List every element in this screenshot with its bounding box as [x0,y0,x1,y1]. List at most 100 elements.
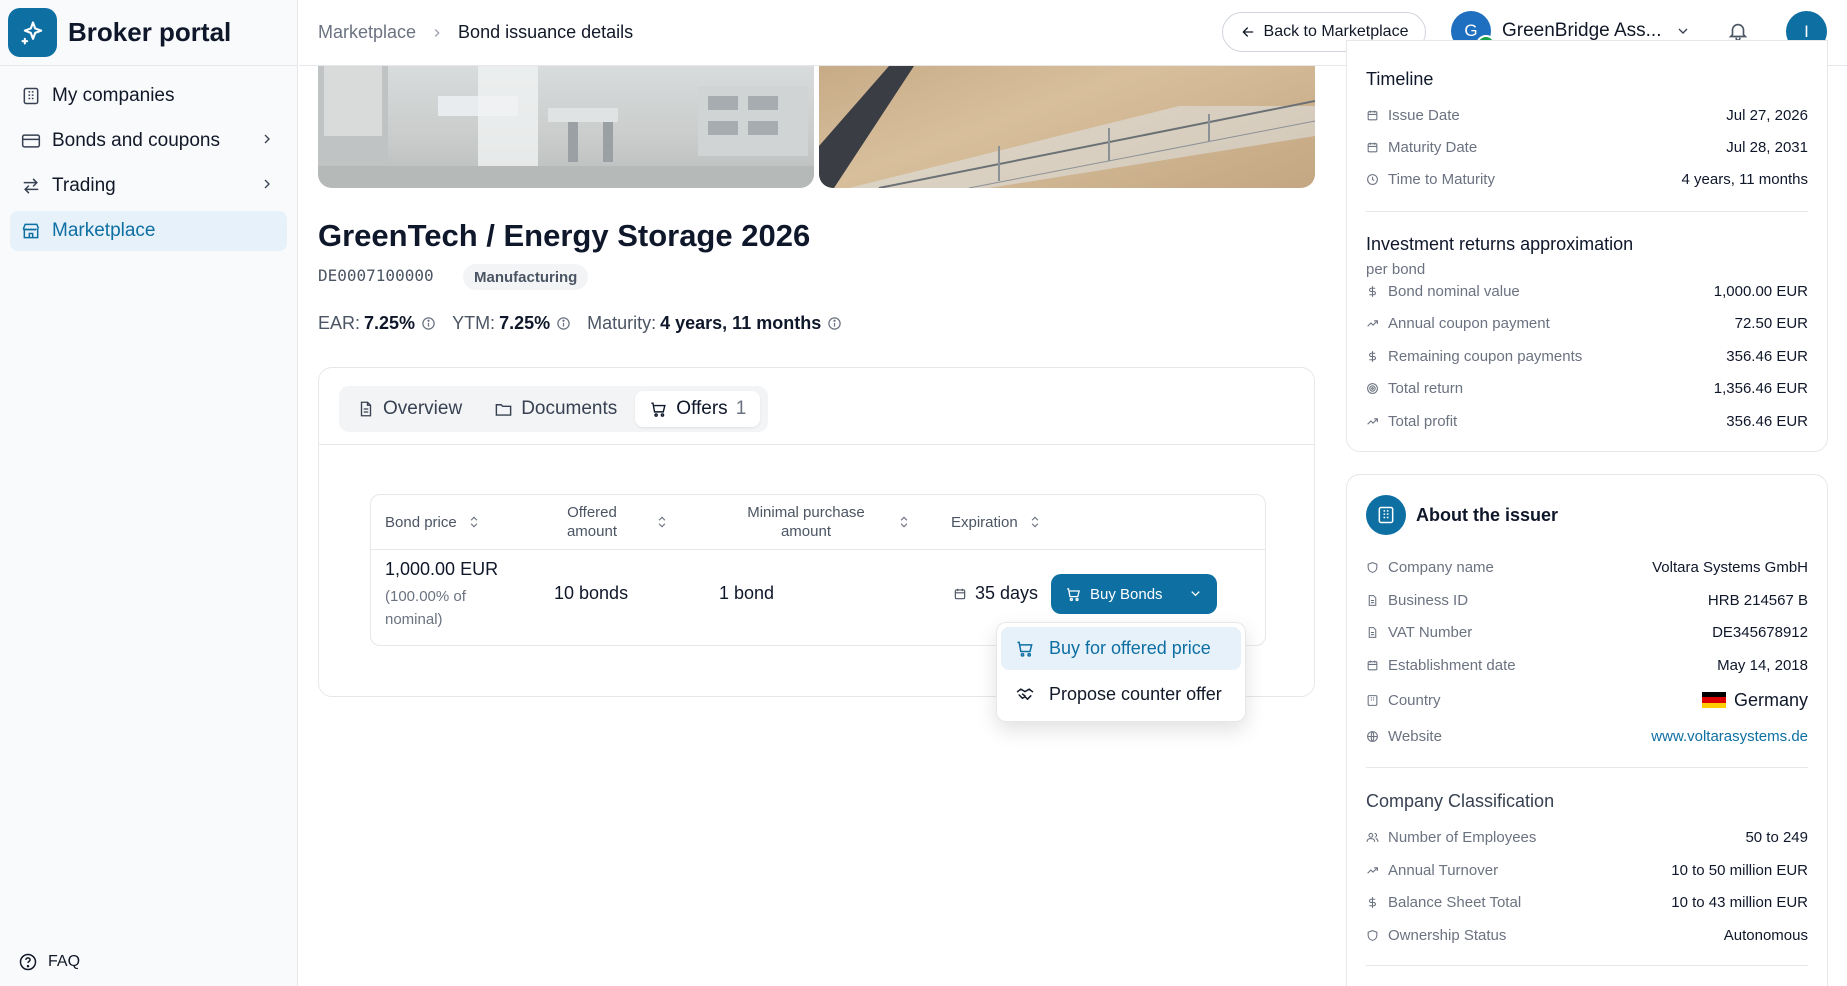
column-header-label: Expiration [951,513,1018,531]
issuer-company-name: Company name Voltara Systems GmbH [1366,555,1808,579]
label: Balance Sheet Total [1388,893,1522,911]
tab-documents[interactable]: Documents [480,391,631,427]
offer-expiration: 35 days [953,583,1038,604]
chevron-right-icon [430,26,444,40]
issuer-header: About the issuer [1366,495,1558,535]
issuer-title: About the issuer [1416,504,1559,525]
shield-icon [1366,561,1380,574]
menu-item-propose-counter-offer[interactable]: Propose counter offer [1001,673,1241,716]
chevron-right-icon [259,131,275,153]
offer-price-note: nominal) [385,611,443,628]
returns-total-profit: Total profit 356.46 EUR [1366,409,1808,433]
bell-icon[interactable] [1727,20,1749,42]
label: Ownership Status [1388,926,1507,944]
returns-nominal: Bond nominal value 1,000.00 EUR [1366,279,1808,303]
returns-subtitle: per bond [1366,261,1426,278]
info-icon[interactable] [556,316,571,331]
column-header-bond-price[interactable]: Bond price [385,495,535,549]
website-link[interactable]: www.voltarasystems.de [1651,728,1808,745]
menu-item-label: Propose counter offer [1049,684,1222,704]
tab-offers-count: 1 [735,398,747,419]
menu-item-buy-offered-price[interactable]: Buy for offered price [1001,627,1241,670]
target-icon [1366,382,1380,395]
info-icon[interactable] [421,316,436,331]
menu-item-label: Buy for offered price [1049,638,1211,658]
folder-icon [494,400,513,419]
brand[interactable]: Broker portal [0,0,297,66]
document-icon [1366,626,1380,639]
divider [319,444,1314,445]
classification-turnover: Annual Turnover 10 to 50 million EUR [1366,858,1808,882]
label: Remaining coupon payments [1388,347,1583,365]
cart-icon [1065,586,1082,603]
sidebar-item-my-companies[interactable]: My companies [10,76,287,116]
breadcrumb-marketplace[interactable]: Marketplace [318,22,416,43]
ear-label: EAR: [318,313,361,333]
returns-title: Investment returns approximation [1366,234,1634,254]
label: Bond nominal value [1388,282,1520,300]
clock-icon [1366,173,1380,186]
divider [1366,767,1808,768]
column-header-min-purchase[interactable]: Minimal purchase amount [735,495,935,549]
offer-expiration-value: 35 days [975,583,1039,603]
globe-icon [1366,730,1380,743]
column-header-label: amount [566,523,618,540]
sort-icon [897,514,911,530]
column-header-label: Minimal purchase [747,504,865,521]
chevron-down-icon [1188,586,1203,601]
arrows-icon [20,175,42,197]
classification-employees: Number of Employees 50 to 249 [1366,825,1808,849]
classification-title: Company Classification [1366,791,1555,811]
label: Country [1388,691,1441,709]
value: Jul 27, 2026 [1726,106,1808,124]
breadcrumb: Marketplace Bond issuance details [318,22,633,43]
sidebar-item-marketplace[interactable]: Marketplace [10,211,287,251]
label: VAT Number [1388,623,1473,641]
column-header-label: Offered [567,504,617,521]
shield-icon [1366,929,1380,942]
value: HRB 214567 B [1707,591,1808,609]
handshake-icon [1015,685,1035,705]
maturity-value: 4 years, 11 months [660,313,822,333]
faq-link[interactable]: FAQ [18,952,80,972]
building-icon [1366,694,1380,707]
document-icon [357,400,375,418]
sidebar-item-trading[interactable]: Trading [10,166,287,206]
trending-up-icon [1366,317,1380,330]
sidebar-item-label: My companies [52,85,175,106]
cart-icon [649,400,668,419]
issuer-business-id: Business ID HRB 214567 B [1366,588,1808,612]
value: 1,000.00 EUR [1713,282,1808,300]
help-circle-icon [18,952,38,972]
calendar-icon [1366,141,1380,154]
sidebar-item-bonds-and-coupons[interactable]: Bonds and coupons [10,121,287,161]
offer-min-purchase: 1 bond [719,583,775,603]
sidebar-item-label: Marketplace [52,220,156,241]
ytm-value: 7.25% [499,313,551,333]
value: 1,356.46 EUR [1713,379,1808,397]
value: May 14, 2018 [1717,656,1808,674]
issuer-vat: VAT Number DE345678912 [1366,620,1808,644]
column-header-expiration[interactable]: Expiration [951,495,1071,549]
timeline-maturity-date: Maturity Date Jul 28, 2031 [1366,135,1808,159]
tab-offers[interactable]: Offers 1 [635,391,761,427]
back-to-marketplace-label: Back to Marketplace [1263,23,1409,40]
label: Annual Turnover [1388,861,1499,879]
column-header-label: Bond price [385,513,457,531]
org-name: GreenBridge Ass... [1502,20,1662,41]
label: Total return [1388,379,1464,397]
info-icon[interactable] [827,316,842,331]
tab-overview[interactable]: Overview [343,391,476,427]
cart-icon [1015,639,1035,659]
label: Total profit [1388,412,1458,430]
buy-options-menu: Buy for offered price Propose counter of… [996,622,1246,722]
value: Germany [1733,689,1808,710]
divider [371,549,1265,550]
dollar-icon [1366,350,1380,363]
column-header-offered-amount[interactable]: Offered amount [549,495,699,549]
buy-bonds-button[interactable]: Buy Bonds [1051,574,1217,614]
returns-total-return: Total return 1,356.46 EUR [1366,376,1808,400]
store-icon [20,220,42,242]
value: 356.46 EUR [1726,412,1808,430]
dollar-icon [1366,285,1380,298]
